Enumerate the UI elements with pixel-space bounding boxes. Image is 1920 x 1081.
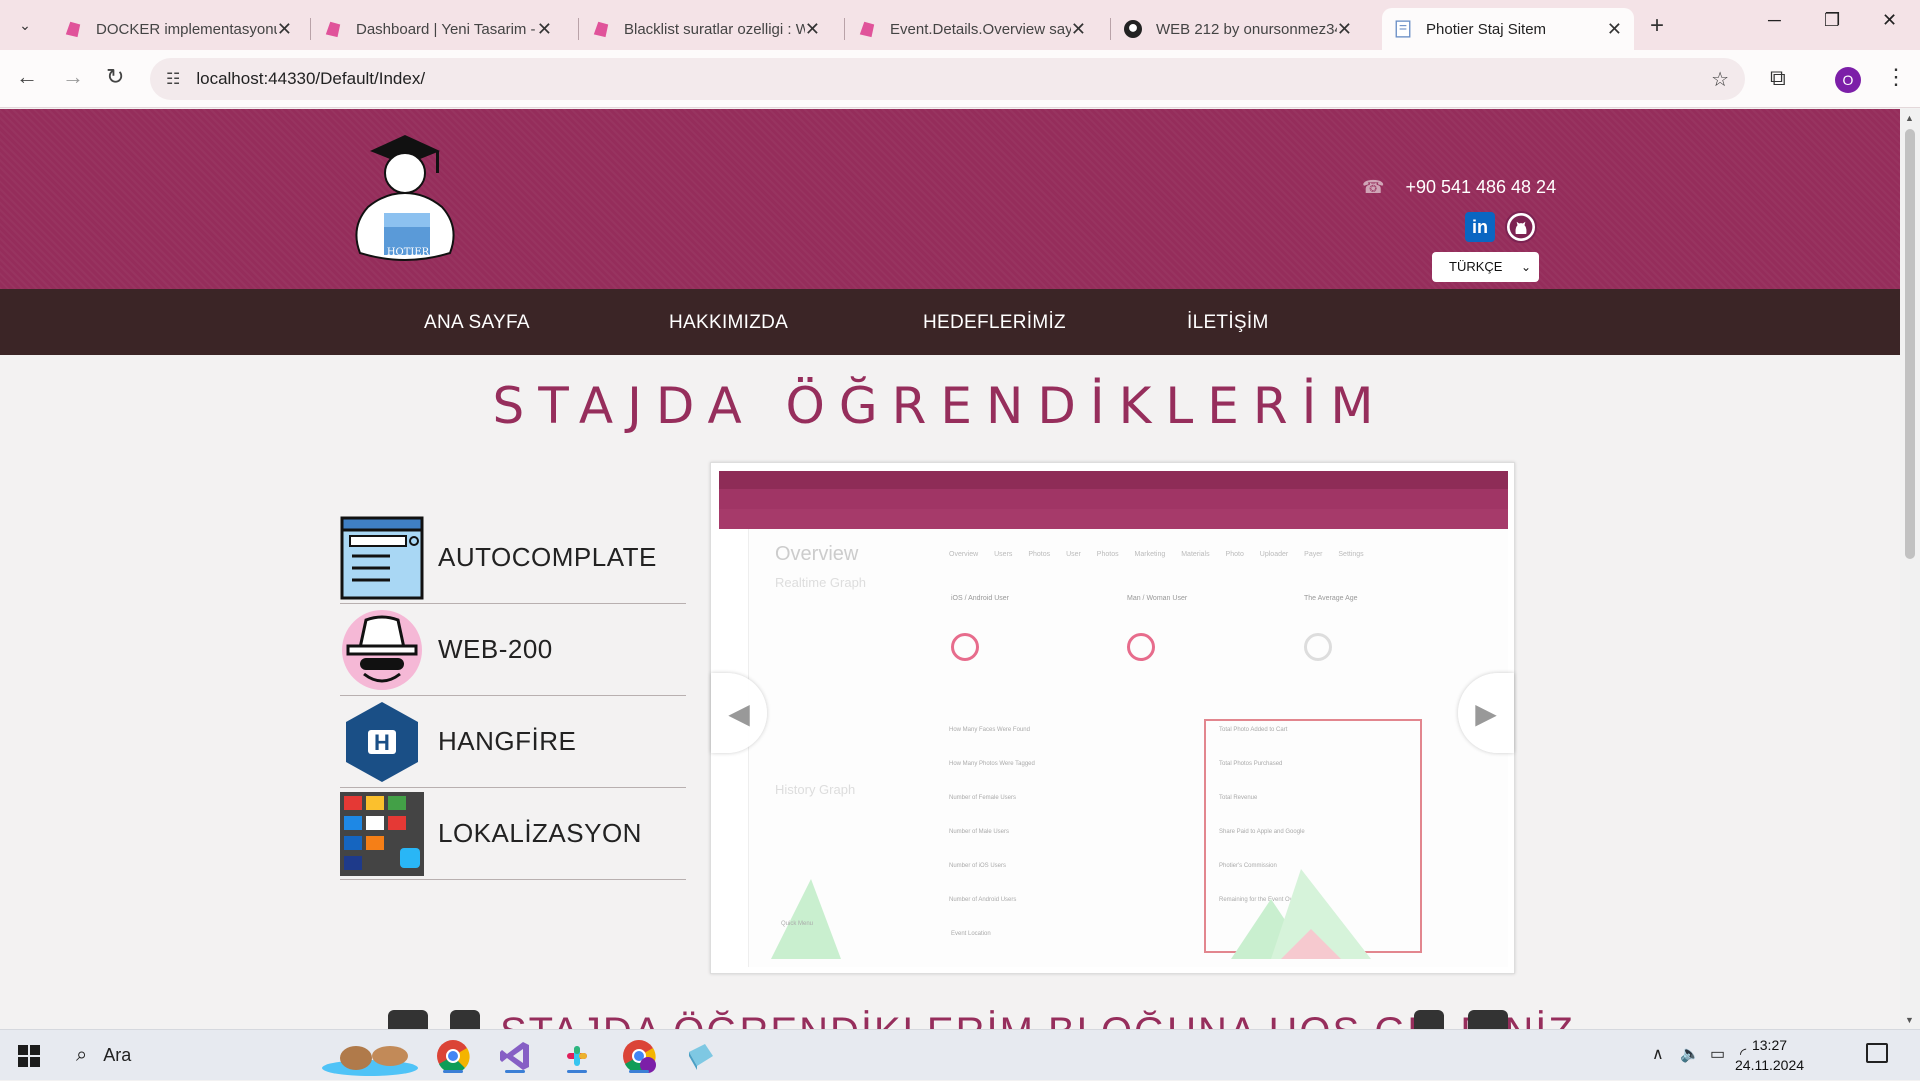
slack-app-icon[interactable]	[559, 1038, 595, 1074]
bookmark-star-icon[interactable]: ☆	[1711, 67, 1729, 92]
section-title: STAJDA ÖĞRENDİKLERİM	[492, 377, 1388, 435]
browser-tab-active[interactable]: Photier Staj Sitem ✕	[1382, 8, 1634, 50]
topic-label: AUTOCOMPLATE	[438, 542, 657, 572]
clickup-favicon-icon	[593, 21, 609, 38]
svg-text:HOTIER: HOTIER	[387, 247, 430, 258]
browser-tab[interactable]: Blacklist suratlar ozelligi : W ✕	[580, 8, 832, 50]
coder-emoji-icon	[388, 1010, 428, 1029]
browser-tab[interactable]: WEB 212 by onursonmez34 ✕	[1112, 8, 1364, 50]
new-tab-button[interactable]: +	[1650, 12, 1664, 40]
forward-arrow-icon[interactable]: →	[62, 64, 84, 90]
clickup-favicon-icon	[325, 21, 341, 38]
extensions-puzzle-icon[interactable]: ⧉	[1770, 65, 1786, 91]
topic-list: AUTOCOMPLATE WEB-200 H HANGFİRE LOKALİZA…	[340, 512, 686, 880]
scroll-down-icon[interactable]: ▼	[1905, 1015, 1914, 1025]
coder-emoji-icon	[1468, 1010, 1508, 1029]
close-tab-icon[interactable]: ✕	[537, 19, 552, 40]
address-bar[interactable]: ☷ localhost:44330/Default/Index/ ☆	[150, 58, 1745, 100]
graduate-emoji-icon	[1414, 1010, 1444, 1029]
tab-separator	[310, 18, 311, 40]
topic-item-web200[interactable]: WEB-200	[340, 604, 686, 696]
browser-tab[interactable]: DOCKER implementasyonu ✕	[52, 8, 304, 50]
clickup-favicon-icon	[65, 21, 81, 38]
github-icon[interactable]	[1505, 211, 1537, 243]
localization-flags-icon	[340, 791, 424, 876]
battery-icon[interactable]: ▭	[1710, 1044, 1725, 1064]
close-tab-icon[interactable]: ✕	[1607, 19, 1622, 40]
volume-icon[interactable]: 🔈	[1680, 1044, 1700, 1064]
svg-text:H: H	[374, 730, 390, 755]
phone-contact: ☎ +90 541 486 48 24	[1362, 177, 1556, 198]
tab-separator	[578, 18, 579, 40]
browser-menu-icon[interactable]: ⋮	[1885, 64, 1907, 90]
hacker-icon	[342, 609, 422, 690]
image-carousel: Overview Realtime Graph History Graph Ov…	[710, 462, 1515, 974]
back-arrow-icon[interactable]: ←	[16, 64, 38, 90]
main-nav: ANA SAYFA HAKKIMIZDA HEDEFLERİMİZ İLETİŞ…	[0, 289, 1900, 355]
github-favicon-icon	[1124, 20, 1142, 38]
close-tab-icon[interactable]: ✕	[277, 19, 292, 40]
topic-item-hangfire[interactable]: H HANGFİRE	[340, 696, 686, 788]
tab-separator	[844, 18, 845, 40]
chrome-profile-app-icon[interactable]	[621, 1038, 657, 1074]
phone-icon: ☎	[1362, 177, 1385, 197]
close-tab-icon[interactable]: ✕	[805, 19, 820, 40]
close-window-icon[interactable]: ✕	[1882, 10, 1897, 31]
web-page: HOTIER ☎ +90 541 486 48 24 in TÜRKÇE ⌄ A…	[0, 109, 1900, 1029]
nav-home[interactable]: ANA SAYFA	[424, 312, 530, 334]
clock-time: 13:27	[1751, 1037, 1788, 1053]
visual-studio-app-icon[interactable]	[497, 1038, 533, 1074]
graduate-emoji-icon	[450, 1010, 480, 1029]
profile-avatar[interactable]: O	[1835, 67, 1861, 93]
page-scrollbar[interactable]: ▲ ▼	[1900, 109, 1920, 1029]
restore-icon[interactable]: ❐	[1824, 10, 1840, 31]
search-highlight-image	[322, 1046, 418, 1076]
system-clock[interactable]: 13:27 24.11.2024	[1735, 1035, 1804, 1075]
tab-search-icon[interactable]: ⌄	[12, 12, 38, 38]
url-text[interactable]: localhost:44330/Default/Index/	[196, 69, 425, 89]
reload-icon[interactable]: ↻	[106, 64, 124, 90]
minimize-icon[interactable]: ─	[1768, 10, 1781, 31]
show-hidden-icons-chevron-icon[interactable]: ∧	[1652, 1044, 1664, 1064]
nav-goals[interactable]: HEDEFLERİMİZ	[923, 312, 1066, 334]
autocomplete-icon	[340, 516, 424, 599]
windows-start-icon[interactable]	[18, 1045, 40, 1067]
nav-contact[interactable]: İLETİŞİM	[1187, 312, 1269, 334]
browser-tab[interactable]: Dashboard | Yeni Tasarim - ✕	[312, 8, 564, 50]
search-icon: ⌕	[76, 1044, 88, 1066]
topic-item-localization[interactable]: LOKALİZASYON	[340, 788, 686, 880]
chrome-app-icon[interactable]	[435, 1038, 471, 1074]
close-tab-icon[interactable]: ✕	[1337, 19, 1352, 40]
site-header: HOTIER ☎ +90 541 486 48 24 in TÜRKÇE ⌄	[0, 109, 1900, 289]
hangfire-icon: H	[346, 701, 418, 782]
nav-about[interactable]: HAKKIMIZDA	[669, 312, 788, 334]
scrollbar-thumb[interactable]	[1905, 129, 1915, 559]
browser-tab-strip: ⌄ DOCKER implementasyonu ✕ Dashboard | Y…	[0, 0, 1920, 50]
linkedin-icon[interactable]: in	[1465, 212, 1495, 242]
browser-tab[interactable]: Event.Details.Overview sayfa ✕	[846, 8, 1098, 50]
close-tab-icon[interactable]: ✕	[1071, 19, 1086, 40]
scroll-up-icon[interactable]: ▲	[1905, 113, 1914, 123]
notepad-app-icon[interactable]	[683, 1038, 719, 1074]
tab-separator	[1110, 18, 1111, 40]
browser-toolbar: ← → ↻ ☷ localhost:44330/Default/Index/ ☆…	[0, 50, 1920, 108]
language-select[interactable]: TÜRKÇE ⌄	[1432, 252, 1539, 282]
notification-center-icon[interactable]	[1866, 1043, 1888, 1063]
site-logo[interactable]: HOTIER	[340, 131, 470, 271]
page-favicon-icon	[1395, 20, 1411, 38]
chevron-down-icon: ⌄	[1520, 260, 1531, 274]
carousel-slide-image: Overview Realtime Graph History Graph Ov…	[719, 471, 1508, 967]
clock-date: 24.11.2024	[1735, 1057, 1805, 1073]
topic-item-autocomplete[interactable]: AUTOCOMPLATE	[340, 512, 686, 604]
topic-label: LOKALİZASYON	[438, 818, 642, 848]
phone-number: +90 541 486 48 24	[1405, 177, 1557, 197]
topic-label: WEB-200	[438, 634, 553, 664]
site-info-icon[interactable]: ☷	[166, 69, 180, 89]
clickup-favicon-icon	[859, 21, 875, 38]
topic-label: HANGFİRE	[438, 726, 577, 756]
windows-taskbar: ⌕ Ara ∧ 🔈 ▭ ◜ 13:27 24.11.2024	[0, 1029, 1920, 1080]
